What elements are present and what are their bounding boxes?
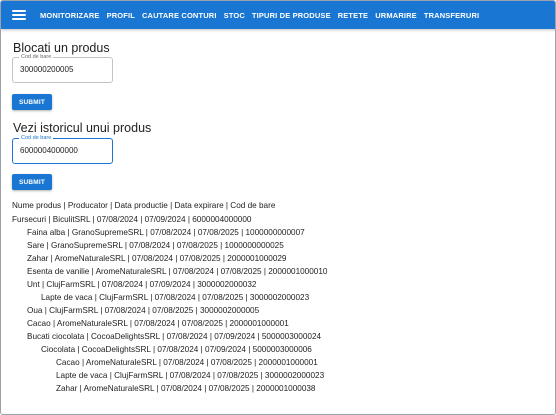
tree-row-12: Lapte de vaca | ClujFarmSRL | 07/08/2024… — [56, 371, 325, 380]
tree-row-11: Cacao | AromeNaturaleSRL | 07/08/2024 | … — [56, 358, 318, 367]
tree-row-7: Oua | ClujFarmSRL | 07/08/2024 | 07/08/2… — [27, 306, 260, 315]
tree-row-6: Lapte de vaca | ClujFarmSRL | 07/08/2024… — [41, 293, 310, 302]
block-product-title: Blocati un produs — [13, 41, 110, 55]
tree-row-4: Esenta de vanilie | AromeNaturaleSRL | 0… — [27, 267, 328, 276]
history-barcode-input[interactable] — [20, 146, 110, 155]
block-submit-button[interactable]: SUBMIT — [12, 94, 52, 110]
block-barcode-field[interactable]: Cod de bare — [12, 54, 113, 83]
nav-item-transferuri[interactable]: TRANSFERURI — [424, 11, 479, 20]
nav-item-monitorizare[interactable]: MONITORIZARE — [40, 11, 100, 20]
nav-item-profil[interactable]: PROFIL — [107, 11, 135, 20]
tree-row-13: Zahar | AromeNaturaleSRL | 07/08/2024 | … — [56, 384, 316, 393]
nav-item-retete[interactable]: RETETE — [338, 11, 369, 20]
nav-item-tipuri-de-produse[interactable]: TIPURI DE PRODUSE — [252, 11, 331, 20]
tree-row-1: Faina alba | GranoSupremeSRL | 07/08/202… — [27, 228, 305, 237]
tree-row-3: Zahar | AromeNaturaleSRL | 07/08/2024 | … — [27, 254, 287, 263]
app-bar: MONITORIZARE PROFIL CAUTARE CONTURI STOC… — [1, 1, 555, 29]
tree-row-8: Cacao | AromeNaturaleSRL | 07/08/2024 | … — [27, 319, 289, 328]
nav-item-stoc[interactable]: STOC — [224, 11, 245, 20]
history-barcode-label: Cod de bare — [19, 135, 54, 142]
hamburger-menu-icon[interactable] — [12, 10, 26, 20]
history-barcode-field[interactable]: Cod de bare — [12, 135, 113, 164]
tree-row-10: Ciocolata | CocoaDelightsSRL | 07/08/202… — [41, 345, 312, 354]
history-list-header: Nume produs | Producator | Data producti… — [12, 201, 276, 210]
history-submit-button[interactable]: SUBMIT — [12, 174, 52, 190]
tree-row-5: Unt | ClujFarmSRL | 07/08/2024 | 07/09/2… — [27, 280, 257, 289]
nav-item-cautare-conturi[interactable]: CAUTARE CONTURI — [142, 11, 217, 20]
block-barcode-label: Cod de bare — [19, 54, 54, 61]
nav-item-urmarire[interactable]: URMARIRE — [375, 11, 417, 20]
app-window: MONITORIZARE PROFIL CAUTARE CONTURI STOC… — [0, 0, 556, 415]
tree-row-9: Bucati ciocolata | CocoaDelightsSRL | 07… — [27, 332, 322, 341]
history-product-title: Vezi istoricul unui produs — [13, 121, 152, 135]
tree-row-0: Fursecuri | BiculitSRL | 07/08/2024 | 07… — [12, 215, 252, 224]
block-barcode-input[interactable] — [20, 65, 110, 74]
tree-row-2: Sare | GranoSupremeSRL | 07/08/2024 | 07… — [27, 241, 284, 250]
